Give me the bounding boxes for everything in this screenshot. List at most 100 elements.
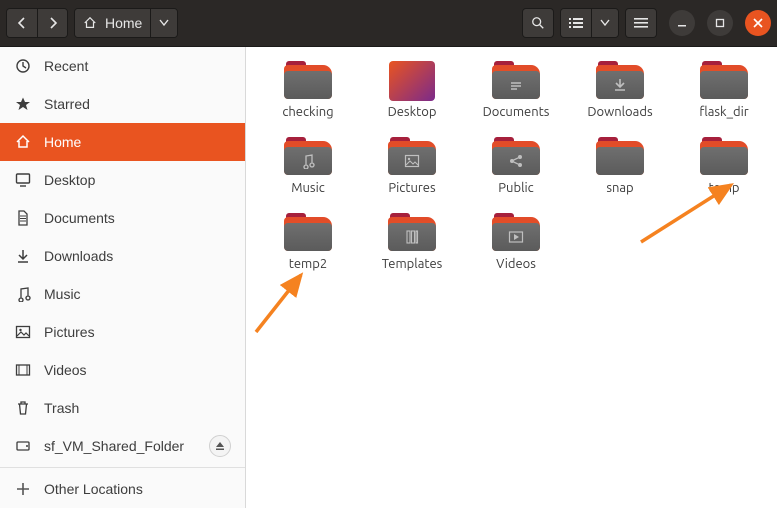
sidebar: Recent Starred Home Desktop Documents Downloa… [0, 47, 246, 508]
folder-checking[interactable]: checking [256, 57, 360, 133]
folder-icon [284, 213, 332, 253]
sidebar-item-documents[interactable]: Documents [0, 199, 245, 237]
video-icon [14, 362, 32, 378]
folder-label: temp [704, 180, 743, 196]
search-group [522, 8, 554, 38]
download-icon [14, 248, 32, 264]
menu-group [625, 8, 657, 38]
location-label: Home [105, 15, 142, 31]
folder-icon [700, 137, 748, 177]
sidebar-mount-sf_vm[interactable]: sf_VM_Shared_Folder [0, 427, 245, 465]
sidebar-item-trash[interactable]: Trash [0, 389, 245, 427]
document-icon [14, 210, 32, 226]
folder-public[interactable]: Public [464, 133, 568, 209]
chevron-right-icon [48, 17, 58, 29]
search-icon [531, 16, 545, 30]
sidebar-other-locations[interactable]: Other Locations [0, 470, 245, 508]
star-icon [14, 96, 32, 112]
sidebar-item-videos[interactable]: Videos [0, 351, 245, 389]
folder-icon [596, 137, 644, 177]
sidebar-item-label: Pictures [44, 324, 95, 340]
home-icon [14, 134, 32, 150]
folder-label: Templates [378, 256, 447, 272]
sidebar-item-label: Starred [44, 96, 90, 112]
folder-label: checking [278, 104, 337, 120]
folder-flask-dir[interactable]: flask_dir [672, 57, 776, 133]
back-button[interactable] [7, 9, 37, 37]
sidebar-item-starred[interactable]: Starred [0, 85, 245, 123]
folder-icon [492, 137, 540, 177]
trash-icon [14, 400, 32, 416]
folder-temp[interactable]: temp [672, 133, 776, 209]
close-icon [753, 18, 763, 28]
sidebar-divider [0, 467, 245, 468]
folder-downloads[interactable]: Downloads [568, 57, 672, 133]
sidebar-item-label: Home [44, 134, 81, 150]
sidebar-item-label: Desktop [44, 172, 95, 188]
folder-label: flask_dir [695, 104, 752, 120]
sidebar-item-home[interactable]: Home [0, 123, 245, 161]
hamburger-menu-button[interactable] [626, 9, 656, 37]
sidebar-item-label: Music [44, 286, 81, 302]
folder-pictures[interactable]: Pictures [360, 133, 464, 209]
folder-label: Desktop [384, 104, 441, 120]
chevron-down-icon [159, 19, 169, 27]
forward-button[interactable] [37, 9, 67, 37]
disk-icon [14, 438, 32, 454]
folder-icon [284, 61, 332, 101]
hamburger-icon [634, 17, 648, 29]
location-dropdown-button[interactable] [150, 9, 177, 37]
main-area: Recent Starred Home Desktop Documents Downloa… [0, 47, 777, 508]
sidebar-item-recent[interactable]: Recent [0, 47, 245, 85]
folder-icon [388, 213, 436, 253]
content-area[interactable]: checking Desktop Documents Downloads flask_d… [246, 47, 777, 508]
location-bar: Home [74, 8, 178, 38]
maximize-icon [715, 18, 725, 28]
plus-icon [14, 482, 32, 496]
sidebar-item-desktop[interactable]: Desktop [0, 161, 245, 199]
location-home-button[interactable]: Home [75, 9, 150, 37]
chevron-down-icon [600, 19, 610, 27]
viewmode-dropdown-button[interactable] [591, 9, 618, 37]
window-maximize-button[interactable] [707, 10, 733, 36]
folder-label: Downloads [583, 104, 656, 120]
sidebar-item-pictures[interactable]: Pictures [0, 313, 245, 351]
picture-icon [14, 324, 32, 340]
folder-snap[interactable]: snap [568, 133, 672, 209]
sidebar-item-downloads[interactable]: Downloads [0, 237, 245, 275]
chevron-left-icon [17, 17, 27, 29]
view-group [560, 8, 619, 38]
desktop-icon [14, 172, 32, 188]
search-button[interactable] [523, 9, 553, 37]
folder-label: Pictures [384, 180, 439, 196]
folder-music[interactable]: Music [256, 133, 360, 209]
folder-icon [596, 61, 644, 101]
sidebar-item-label: Downloads [44, 248, 113, 264]
music-icon [14, 286, 32, 302]
folder-videos[interactable]: Videos [464, 209, 568, 285]
minimize-icon [677, 18, 687, 28]
folder-icon [388, 137, 436, 177]
folder-icon [492, 61, 540, 101]
folder-label: Videos [492, 256, 540, 272]
folder-icon [700, 61, 748, 101]
sidebar-item-music[interactable]: Music [0, 275, 245, 313]
window-minimize-button[interactable] [669, 10, 695, 36]
viewmode-button[interactable] [561, 9, 591, 37]
desktop-wallpaper-icon [389, 61, 435, 101]
folder-documents[interactable]: Documents [464, 57, 568, 133]
sidebar-mount-label: sf_VM_Shared_Folder [44, 438, 184, 454]
sidebar-item-label: Trash [44, 400, 79, 416]
folder-label: Public [494, 180, 537, 196]
folder-label: snap [602, 180, 637, 196]
folder-icon [284, 137, 332, 177]
folder-templates[interactable]: Templates [360, 209, 464, 285]
folder-desktop[interactable]: Desktop [360, 57, 464, 133]
nav-group [6, 8, 68, 38]
folder-label: Documents [479, 104, 554, 120]
eject-icon[interactable] [209, 435, 231, 457]
sidebar-item-label: Documents [44, 210, 115, 226]
folder-temp2[interactable]: temp2 [256, 209, 360, 285]
window-close-button[interactable] [745, 10, 771, 36]
sidebar-item-label: Videos [44, 362, 87, 378]
